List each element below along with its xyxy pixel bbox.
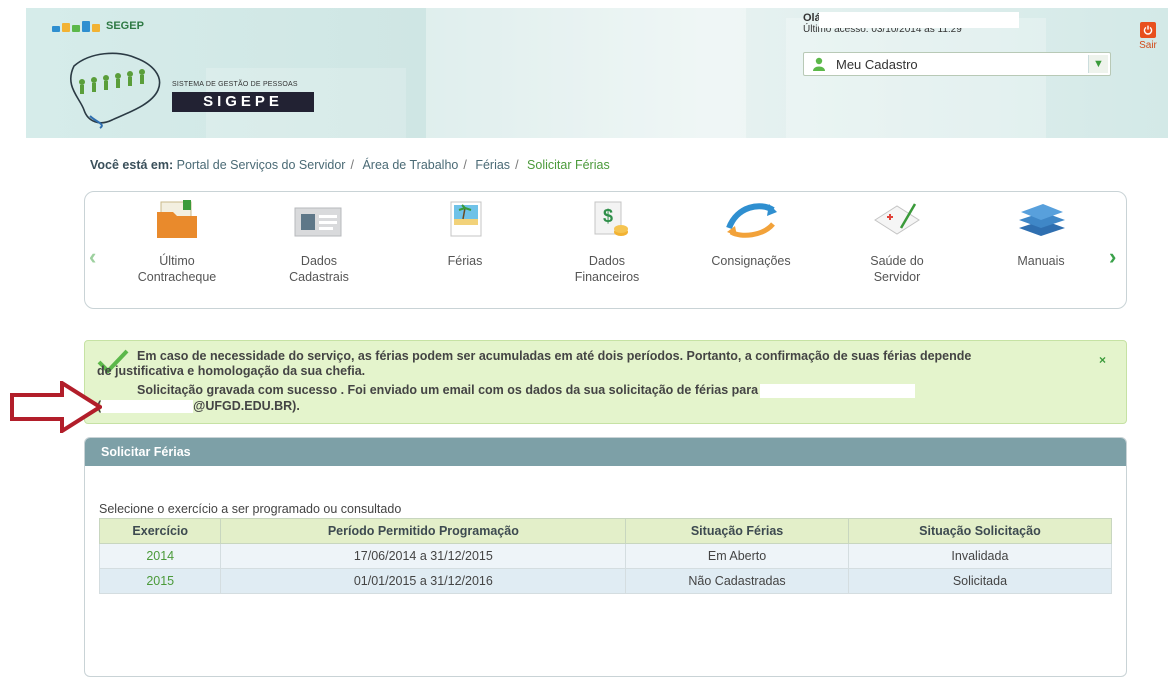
carousel-label-line1: Saúde do — [870, 254, 924, 268]
message-line3: Solicitação gravada com sucesso . Foi en… — [137, 383, 759, 397]
breadcrumb-item-ferias[interactable]: Férias — [475, 158, 510, 172]
carousel-item-consignacoes[interactable]: Consignações — [691, 198, 811, 269]
profile-select[interactable]: Meu Cadastro ▼ — [803, 52, 1111, 76]
carousel-item-saude-servidor[interactable]: Saúde do Servidor — [837, 198, 957, 285]
carousel-item-contracheque[interactable]: Último Contracheque — [117, 198, 237, 285]
close-message-button[interactable]: × — [1099, 353, 1106, 367]
redacted-recipient — [760, 383, 916, 398]
svg-text:$: $ — [603, 206, 613, 226]
redacted-username — [819, 12, 1019, 28]
system-name: SIGEPE — [172, 92, 314, 112]
panel-title: Solicitar Férias — [85, 438, 1126, 466]
carousel-label-line2: Cadastrais — [289, 270, 349, 284]
arrows-icon — [726, 203, 777, 238]
year-link[interactable]: 2014 — [98, 543, 222, 569]
power-icon — [1140, 22, 1156, 38]
col-exercicio: Exercício — [98, 518, 222, 544]
message-notice: Em caso de necessidade do serviço, as fé… — [97, 349, 1097, 379]
segep-label: SEGEP — [106, 20, 144, 32]
profile-select-value: Meu Cadastro — [836, 56, 918, 72]
carousel-label-line2: Contracheque — [137, 270, 217, 284]
vacation-status-cell: Não Cadastradas — [625, 568, 849, 594]
carousel-label-line1: Férias — [447, 254, 483, 268]
carousel-next-icon[interactable]: › — [1109, 244, 1116, 270]
request-status-cell: Solicitada — [847, 568, 1113, 594]
redacted-email-user — [101, 400, 194, 414]
carousel-prev-icon[interactable]: ‹ — [89, 244, 96, 270]
carousel-label-line1: Consignações — [711, 254, 791, 268]
message-success: Solicitação gravada com sucesso . Foi en… — [137, 383, 916, 398]
user-area: Olá Último acesso: 03/10/2014 às 11:29 M… — [803, 12, 1111, 76]
carousel-item-dados-cadastrais[interactable]: Dados Cadastrais — [259, 198, 379, 285]
success-message: Em caso de necessidade do serviço, as fé… — [84, 340, 1127, 424]
col-situacao-solicitacao: Situação Solicitação — [847, 518, 1113, 544]
year-link[interactable]: 2015 — [98, 568, 222, 594]
breadcrumb-item-area[interactable]: Área de Trabalho — [362, 158, 458, 172]
message-line2: de justificativa e homologação da sua ch… — [97, 364, 366, 378]
breadcrumb-lead: Você está em: — [90, 158, 174, 172]
carousel-label-line1: Manuais — [1017, 254, 1065, 268]
beach-photo-icon — [450, 201, 482, 237]
person-icon — [813, 57, 825, 71]
message-line4-suffix: @UFGD.EDU.BR). — [193, 399, 300, 413]
message-email: (@UFGD.EDU.BR). — [97, 399, 300, 414]
period-cell: 17/06/2014 a 31/12/2015 — [220, 543, 627, 569]
health-card-icon — [874, 203, 920, 235]
breadcrumb: Você está em: Portal de Serviços do Serv… — [90, 158, 610, 172]
books-icon — [1019, 204, 1065, 236]
col-situacao-ferias: Situação Férias — [625, 518, 849, 544]
carousel-item-ferias[interactable]: Férias — [405, 198, 525, 269]
carousel-item-dados-financeiros[interactable]: $ Dados Financeiros — [547, 198, 667, 285]
carousel-label-line2: Financeiros — [574, 270, 640, 284]
breadcrumb-item-portal[interactable]: Portal de Serviços do Servidor — [177, 158, 346, 172]
carousel-label-line1: Último — [159, 254, 195, 268]
logout-label: Sair — [1139, 40, 1157, 51]
money-icon: $ — [594, 201, 628, 236]
period-cell: 01/01/2015 a 31/12/2016 — [220, 568, 627, 594]
vacation-status-cell: Em Aberto — [625, 543, 849, 569]
table-row[interactable]: 2014 17/06/2014 a 31/12/2015 Em Aberto I… — [98, 543, 1113, 569]
arrow-callout-icon — [10, 381, 102, 433]
segep-logo: SEGEP — [52, 20, 144, 32]
segep-dots-icon — [52, 20, 100, 32]
carousel-label-line1: Dados — [588, 254, 626, 268]
panel-intro: Selecione o exercício a ser programado o… — [99, 502, 402, 516]
carousel-label-line2: Servidor — [873, 270, 921, 284]
message-line1: Em caso de necessidade do serviço, as fé… — [137, 349, 972, 363]
carousel-item-manuais[interactable]: Manuais — [981, 198, 1101, 269]
solicitar-ferias-panel: Solicitar Férias Selecione o exercício a… — [84, 437, 1127, 677]
folder-icon — [157, 200, 197, 238]
chevron-down-icon[interactable]: ▼ — [1088, 55, 1108, 73]
brazil-map-icon — [69, 52, 161, 129]
system-subtitle: SISTEMA DE GESTÃO DE PESSOAS — [172, 81, 298, 88]
request-status-cell: Invalidada — [847, 543, 1113, 569]
page: SEGEP SISTEMA DE GESTÃO DE PESSOAS SIGEP… — [0, 0, 1174, 681]
id-card-icon — [294, 207, 342, 237]
exercise-table: Exercício Período Permitido Programação … — [98, 518, 1113, 594]
sigepe-logo: SISTEMA DE GESTÃO DE PESSOAS SIGEPE — [60, 50, 320, 130]
col-periodo: Período Permitido Programação — [220, 518, 627, 544]
services-carousel: ‹ Último Contracheque Dados Cadastrais F… — [84, 191, 1127, 309]
carousel-label-line1: Dados — [300, 254, 338, 268]
table-row[interactable]: 2015 01/01/2015 a 31/12/2016 Não Cadastr… — [98, 568, 1113, 594]
logout-button[interactable]: Sair — [1128, 22, 1168, 51]
breadcrumb-current: Solicitar Férias — [527, 158, 610, 172]
